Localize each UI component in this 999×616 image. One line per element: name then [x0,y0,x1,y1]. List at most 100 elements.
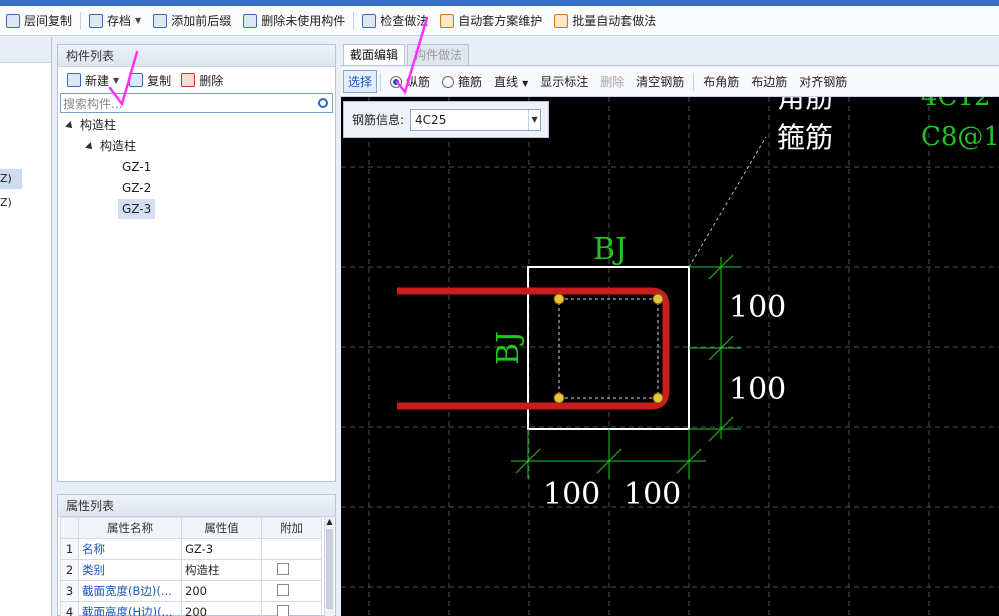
scroll-up-icon[interactable]: ▲ [325,517,334,527]
bj-left-label: BJ [491,331,526,365]
property-value-cell[interactable]: 200 [180,601,263,616]
tree-item-gz-1[interactable]: GZ-1 [118,157,155,177]
chevron-down-icon[interactable]: ▼ [113,76,119,85]
extra-checkbox[interactable] [277,604,290,616]
tree-item-gz-3[interactable]: GZ-3 [118,199,156,219]
dim-right-top: 100 [729,290,786,325]
copy-floors-icon [6,13,20,28]
archive-button[interactable]: 存档 ▼ [83,9,147,33]
dim-bottom-left: 100 [543,477,600,512]
table-row: 1 名称 GZ-3 [60,538,322,560]
edge-rebar-button[interactable]: 布边筋 [745,73,793,90]
align-rebar-button[interactable]: 对齐钢筋 [793,73,853,90]
copy-component-button[interactable]: 复制 [124,68,176,92]
index-header [60,517,79,539]
component-search-input[interactable]: 搜索构件... [60,93,333,113]
check-method-icon [362,13,377,28]
search-placeholder: 搜索构件... [63,96,123,111]
toolbar-separator [693,72,695,91]
extra-checkbox[interactable] [277,583,290,596]
property-name-header: 属性名称 [78,517,182,539]
toolbar-separator [353,11,355,30]
property-extra-cell [261,559,322,581]
rebar-info-box: 钢筋信息: 4C25 ▼ [343,101,549,138]
left-navigation-pane: Z) Z) [0,37,52,616]
row-index: 2 [60,559,79,581]
delete-icon [181,73,196,87]
property-value-cell[interactable]: GZ-3 [180,538,263,560]
rebar-info-select[interactable]: 4C25 ▼ [410,108,542,131]
editor-tabs: 截面编辑 构件做法 [341,44,999,66]
bj-top-label: BJ [593,232,627,267]
longitudinal-radio[interactable]: 纵筋 [384,73,436,90]
left-pane-header [0,37,51,63]
copy-floors-button[interactable]: 层间复制 [0,9,78,33]
search-icon[interactable] [318,98,328,108]
extra-checkbox[interactable] [277,562,290,575]
tree-item-gz-2[interactable]: GZ-2 [118,178,155,198]
table-row: 3 截面宽度(B边)(... 200 [60,580,322,602]
radio-unchecked-icon [442,76,455,88]
scrollbar-thumb[interactable] [326,529,333,609]
u-shaped-rebar[interactable] [397,287,670,410]
property-extra-cell [261,580,322,602]
left-pane-item[interactable]: Z) [0,169,22,189]
property-list-panel: 属性列表 属性名称 属性值 附加 1 名称 GZ-3 2 类别 构造柱 3 截面… [57,494,336,616]
add-prefix-button[interactable]: 添加前后缀 [147,9,237,33]
property-name: 类别 [78,559,182,581]
select-button[interactable]: 选择 [343,70,378,93]
property-name: 截面高度(H边)(... [78,601,182,616]
property-extra-cell [261,538,322,560]
property-table: 属性名称 属性值 附加 1 名称 GZ-3 2 类别 构造柱 3 截面宽度(B边… [60,517,322,616]
batch-auto-icon [554,13,569,28]
table-row: 4 截面高度(H边)(... 200 [60,601,322,616]
property-value-header: 属性值 [180,517,263,539]
batch-auto-button[interactable]: 批量自动套做法 [548,9,662,33]
delete-unused-icon [243,13,258,28]
main-toolbar: 层间复制 存档 ▼ 添加前后缀 删除未使用构件 检查做法 自动套方案维护 批量自动… [0,6,999,36]
chevron-down-icon[interactable]: ▼ [528,109,540,130]
new-component-button[interactable]: 新建 ▼ [62,68,124,92]
auto-scheme-icon [440,13,455,28]
delete-unused-button[interactable]: 删除未使用构件 [237,9,351,33]
left-pane-item[interactable]: Z) [0,193,12,213]
right-dimension-lines [689,254,741,442]
show-label-button[interactable]: 显示标注 [534,73,594,90]
delete-component-button[interactable]: 删除 [176,68,228,92]
row-index: 3 [60,580,79,602]
chevron-down-icon: ▼ [522,79,529,88]
radio-checked-icon [390,76,403,88]
auto-scheme-button[interactable]: 自动套方案维护 [434,9,548,33]
property-name: 截面宽度(B边)(... [78,580,182,602]
line-mode-dropdown[interactable]: 直线 ▼ [488,73,534,90]
stirrup-radio[interactable]: 箍筋 [436,73,488,90]
stirrup-value: C8@15 [921,122,999,152]
property-value-cell[interactable]: 200 [180,580,263,602]
component-list-panel: 构件列表 新建 ▼ 复制 删除 搜索构件... 构造柱 构造柱 GZ-1 GZ-2… [57,44,336,482]
collapse-triangle-icon[interactable] [65,121,75,131]
tree-group-node[interactable]: 构造柱 [85,136,136,156]
tab-component-method[interactable]: 构件做法 [407,44,470,65]
property-table-wrap: 属性名称 属性值 附加 1 名称 GZ-3 2 类别 构造柱 3 截面宽度(B边… [58,517,335,616]
delete-button[interactable]: 删除 [594,73,630,90]
toolbar-separator [80,11,82,30]
section-drawing-canvas[interactable]: 角筋 箍筋 4C12 C8@15 BJ BJ 1 [341,97,999,616]
corner-bars-value: 4C12 [921,97,991,112]
leader-line [688,136,767,268]
clear-rebar-button[interactable]: 清空钢筋 [630,73,690,90]
check-method-button[interactable]: 检查做法 [356,9,434,33]
collapse-triangle-icon[interactable] [85,142,95,152]
row-index: 4 [60,601,79,616]
property-extra-header: 附加 [261,517,322,539]
dim-bottom-right: 100 [624,477,681,512]
component-list-title: 构件列表 [58,45,335,67]
property-scrollbar[interactable]: ▲ [324,517,334,616]
tab-section-edit[interactable]: 截面编辑 [343,44,406,65]
corner-rebar-button[interactable]: 布角筋 [697,73,745,90]
chevron-down-icon[interactable]: ▼ [135,16,141,25]
table-row: 2 类别 构造柱 [60,559,322,581]
grid-lines [341,97,999,616]
property-value-cell[interactable]: 构造柱 [180,559,263,581]
copy-icon [129,73,144,87]
tree-root-node[interactable]: 构造柱 [65,115,116,135]
